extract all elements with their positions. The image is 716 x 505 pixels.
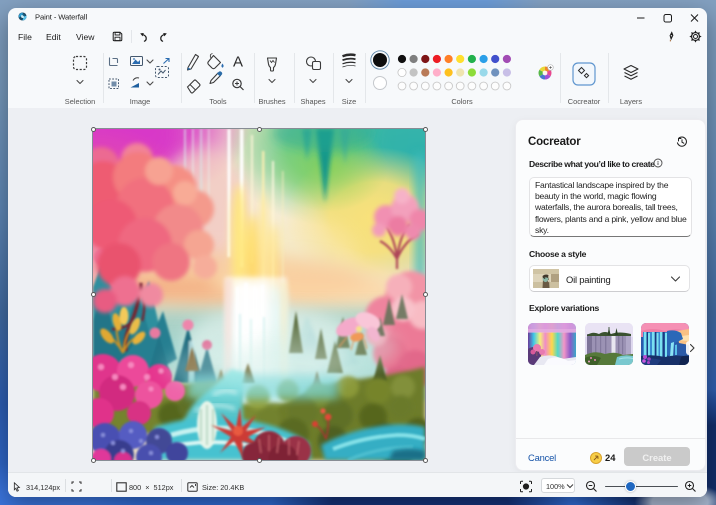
svg-text:A: A (233, 54, 243, 71)
